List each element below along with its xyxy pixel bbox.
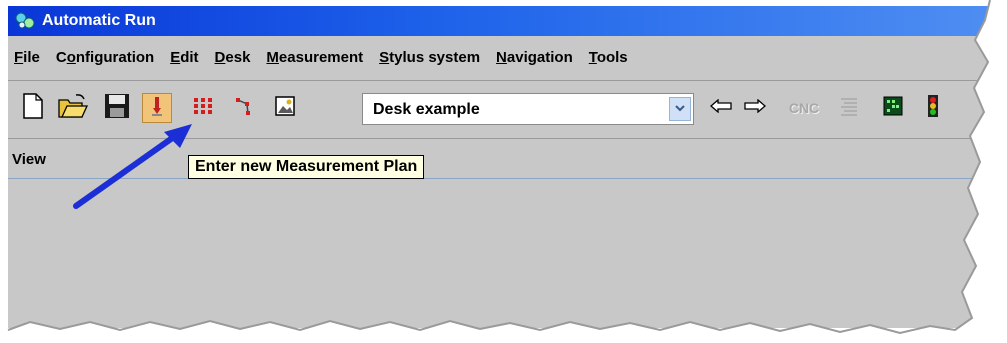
arrow-left-icon — [710, 98, 732, 118]
traffic-light-button[interactable] — [918, 93, 948, 123]
menu-measurement[interactable]: Measurement — [266, 49, 363, 66]
chevron-down-icon — [674, 100, 686, 118]
forward-button[interactable] — [740, 93, 770, 123]
list-icon — [840, 96, 858, 121]
new-document-icon — [22, 92, 44, 124]
title-bar: Automatic Run — [8, 6, 988, 36]
desk-select-value: Desk example — [373, 101, 480, 118]
path-button[interactable] — [230, 93, 260, 123]
automatic-run-window: Automatic Run File Configuration Edit De… — [8, 6, 988, 328]
picture-button[interactable] — [270, 93, 300, 123]
view-label: View — [12, 151, 46, 168]
menu-navigation[interactable]: Navigation — [496, 49, 573, 66]
traffic-light-icon — [927, 94, 939, 123]
menu-configuration[interactable]: Configuration — [56, 49, 154, 66]
cnc-button[interactable]: CNC — [784, 93, 824, 123]
board-button[interactable] — [878, 93, 908, 123]
tooltip: Enter new Measurement Plan — [188, 155, 425, 179]
annotation-arrow — [73, 124, 192, 209]
menu-tools[interactable]: Tools — [589, 49, 628, 66]
menu-edit[interactable]: Edit — [170, 49, 198, 66]
list-button[interactable] — [834, 93, 864, 123]
menu-divider — [8, 80, 988, 81]
path-icon — [235, 96, 255, 121]
arrow-right-icon — [744, 98, 766, 118]
desk-select[interactable]: Desk example — [362, 93, 694, 125]
back-button[interactable] — [706, 93, 736, 123]
desk-select-dropdown-button[interactable] — [669, 97, 691, 121]
cnc-icon: CNC — [788, 100, 820, 116]
new-document-button[interactable] — [18, 92, 48, 124]
picture-icon — [275, 95, 295, 121]
app-icon — [14, 11, 36, 31]
window-title: Automatic Run — [42, 12, 156, 29]
board-icon — [883, 96, 903, 121]
menu-file[interactable]: File — [14, 49, 40, 66]
menu-stylus-system[interactable]: Stylus system — [379, 49, 480, 66]
menu-bar: File Configuration Edit Desk Measurement… — [8, 44, 988, 70]
menu-desk[interactable]: Desk — [215, 49, 251, 66]
